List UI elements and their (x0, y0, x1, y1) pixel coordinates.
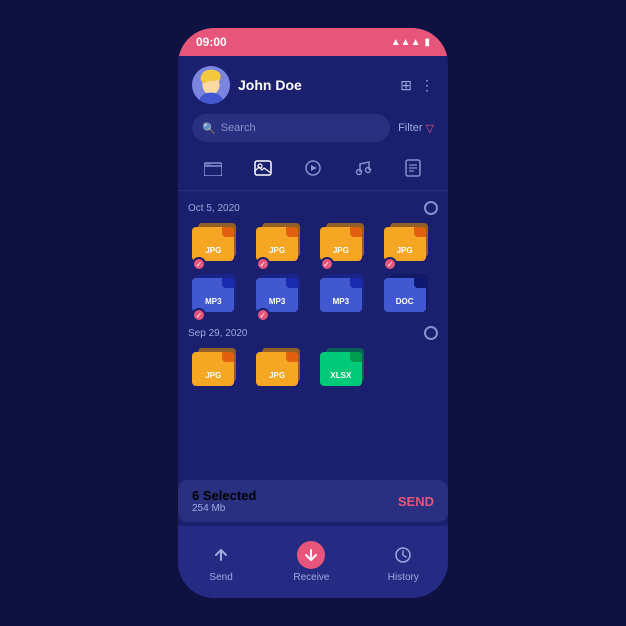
status-icons: ▲▲▲ ▮ (391, 37, 430, 48)
file-jpg-4[interactable]: JPG ✓ (379, 221, 438, 267)
header: John Doe ⊞ ⋮ (178, 56, 448, 110)
status-time: 09:00 (196, 35, 227, 49)
file-jpg-1[interactable]: JPG ✓ (188, 221, 247, 267)
file-jpg-2[interactable]: JPG ✓ (252, 221, 311, 267)
file-mp3-3[interactable]: MP3 (316, 272, 375, 318)
tab-music[interactable] (347, 154, 379, 182)
date-circle-2[interactable] (424, 326, 438, 340)
history-nav-icon (389, 541, 417, 569)
selected-size: 254 Mb (192, 503, 256, 514)
file-doc-1[interactable]: DOC (379, 272, 438, 318)
header-icons: ⊞ ⋮ (400, 77, 434, 94)
phone-frame: 09:00 ▲▲▲ ▮ J (178, 28, 448, 598)
search-icon: 🔍 (202, 122, 216, 135)
search-box[interactable]: 🔍 Search (192, 114, 390, 142)
date-section-1: Oct 5, 2020 (188, 201, 438, 215)
files-grid-2: JPG JPG (188, 346, 438, 392)
date-section-2: Sep 29, 2020 (188, 326, 438, 340)
file-mp3-2[interactable]: MP3 ✓ (252, 272, 311, 318)
grid-icon[interactable]: ⊞ (400, 77, 412, 94)
selection-bar: 6 Selected 254 Mb SEND (178, 480, 448, 522)
filter-icon: ▽ (426, 122, 434, 135)
search-placeholder: Search (221, 122, 256, 134)
tab-video[interactable] (297, 154, 329, 182)
nav-history[interactable]: History (388, 541, 419, 583)
file-jpg-6[interactable]: JPG (252, 346, 311, 392)
check-6: ✓ (256, 308, 270, 322)
selected-count: 6 Selected (192, 488, 256, 503)
selection-info: 6 Selected 254 Mb (192, 488, 256, 514)
search-row: 🔍 Search Filter ▽ (178, 110, 448, 150)
tab-image[interactable] (247, 154, 279, 182)
nav-receive[interactable]: Receive (293, 541, 329, 583)
history-nav-label: History (388, 572, 419, 583)
more-icon[interactable]: ⋮ (420, 77, 434, 94)
send-nav-label: Send (209, 572, 232, 583)
file-type-tabs (178, 150, 448, 191)
files-grid-1: JPG ✓ JPG ✓ (188, 221, 438, 318)
date-label-2: Sep 29, 2020 (188, 328, 248, 339)
send-button[interactable]: SEND (398, 494, 434, 509)
check-1: ✓ (192, 257, 206, 271)
filter-label: Filter (398, 122, 422, 134)
check-3: ✓ (320, 257, 334, 271)
receive-nav-icon (297, 541, 325, 569)
filter-button[interactable]: Filter ▽ (398, 122, 434, 135)
username: John Doe (238, 77, 392, 93)
file-mp3-1[interactable]: MP3 ✓ (188, 272, 247, 318)
screen-content: John Doe ⊞ ⋮ 🔍 Search Filter ▽ (178, 56, 448, 598)
check-5: ✓ (192, 308, 206, 322)
receive-nav-label: Receive (293, 572, 329, 583)
check-4: ✓ (383, 257, 397, 271)
date-label-1: Oct 5, 2020 (188, 203, 240, 214)
send-nav-icon (207, 541, 235, 569)
file-jpg-5[interactable]: JPG (188, 346, 247, 392)
battery-icon: ▮ (424, 37, 430, 48)
file-jpg-3[interactable]: JPG ✓ (316, 221, 375, 267)
status-bar: 09:00 ▲▲▲ ▮ (178, 28, 448, 56)
check-2: ✓ (256, 257, 270, 271)
nav-send[interactable]: Send (207, 541, 235, 583)
bottom-nav: Send Receive History (178, 526, 448, 598)
avatar (192, 66, 230, 104)
tab-folder[interactable] (197, 154, 229, 182)
tab-document[interactable] (397, 154, 429, 182)
file-list: Oct 5, 2020 JPG ✓ (178, 191, 448, 476)
date-circle-1[interactable] (424, 201, 438, 215)
signal-icon: ▲▲▲ (391, 37, 421, 48)
file-xlsx-1[interactable]: XLSX (316, 346, 375, 392)
